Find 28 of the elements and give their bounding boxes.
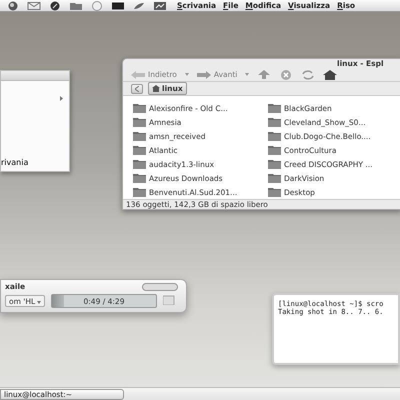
folder-icon[interactable] bbox=[268, 117, 281, 127]
folder-icon[interactable] bbox=[133, 103, 146, 113]
home-icon[interactable] bbox=[323, 70, 338, 80]
folder-icon[interactable] bbox=[133, 117, 146, 127]
folder-icon[interactable] bbox=[268, 159, 281, 169]
chevron-icon bbox=[60, 96, 63, 103]
circle-icon[interactable] bbox=[90, 0, 104, 10]
caret-icon[interactable] bbox=[37, 300, 41, 304]
folder-icon[interactable] bbox=[268, 145, 281, 155]
home-icon[interactable] bbox=[152, 85, 160, 92]
folder-icon[interactable] bbox=[133, 159, 146, 169]
envelope-icon[interactable] bbox=[27, 0, 41, 10]
folder-icon[interactable] bbox=[133, 187, 146, 197]
folder-icon[interactable] bbox=[133, 145, 146, 155]
globe-icon[interactable] bbox=[6, 0, 20, 10]
folder-icon[interactable] bbox=[133, 173, 146, 183]
menu-item[interactable]: rivania bbox=[1, 158, 69, 167]
window-controls[interactable] bbox=[142, 282, 178, 290]
folder-icon[interactable] bbox=[268, 173, 281, 183]
terminal-icon[interactable] bbox=[111, 0, 125, 10]
folder-icon[interactable] bbox=[69, 0, 83, 10]
monitor-icon[interactable] bbox=[153, 0, 167, 10]
back-button[interactable] bbox=[131, 84, 143, 94]
folder-icon[interactable] bbox=[133, 131, 146, 141]
folder-icon[interactable] bbox=[268, 103, 281, 113]
folder-icon[interactable] bbox=[268, 187, 281, 197]
chevron-icon[interactable] bbox=[135, 86, 139, 92]
folder-icon[interactable] bbox=[268, 131, 281, 141]
